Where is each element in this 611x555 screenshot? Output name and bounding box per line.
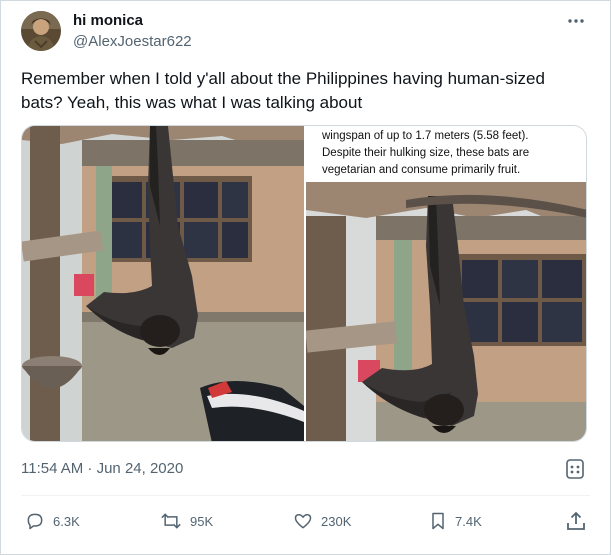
views-icon[interactable] bbox=[564, 457, 586, 481]
tweet-timestamp[interactable]: 11:54 AM · Jun 24, 2020 bbox=[21, 460, 183, 477]
author-handle[interactable]: @AlexJoestar622 bbox=[73, 33, 192, 50]
divider bbox=[21, 495, 590, 496]
caption-line-3: vegetarian and consume primarily fruit. bbox=[322, 164, 521, 176]
reply-count: 6.3K bbox=[53, 513, 80, 529]
avatar-image bbox=[21, 11, 61, 51]
media-grid: wingspan of up to 1.7 meters (5.58 feet)… bbox=[21, 125, 587, 442]
share-icon[interactable] bbox=[564, 509, 588, 533]
photo-caption: wingspan of up to 1.7 meters (5.58 feet)… bbox=[306, 126, 586, 182]
like-count: 230K bbox=[321, 513, 352, 529]
like-icon bbox=[294, 514, 312, 529]
tweet-text: Remember when I told y'all about the Phi… bbox=[21, 69, 545, 112]
bookmark-icon bbox=[432, 512, 444, 530]
repost-icon bbox=[161, 513, 181, 529]
bat-photo-left bbox=[22, 126, 304, 441]
photo-right[interactable]: wingspan of up to 1.7 meters (5.58 feet)… bbox=[306, 126, 586, 441]
more-icon[interactable] bbox=[564, 11, 588, 31]
repost-button[interactable]: 95K bbox=[160, 509, 213, 533]
caption-line-2: Despite their hulking size, these bats a… bbox=[322, 147, 530, 159]
reply-button[interactable]: 6.3K bbox=[25, 509, 80, 533]
like-button[interactable]: 230K bbox=[293, 509, 351, 533]
bookmark-button[interactable]: 7.4K bbox=[429, 509, 482, 533]
reply-icon bbox=[27, 513, 43, 530]
repost-count: 95K bbox=[190, 513, 214, 529]
author-display-name[interactable]: hi monica bbox=[73, 12, 143, 29]
tweet-card: hi monica @AlexJoestar622 Remember when … bbox=[0, 0, 611, 555]
photo-left[interactable] bbox=[22, 126, 304, 441]
caption-line-1: wingspan of up to 1.7 meters (5.58 feet)… bbox=[322, 130, 529, 142]
avatar[interactable] bbox=[21, 11, 61, 51]
bookmark-count: 7.4K bbox=[455, 513, 482, 529]
